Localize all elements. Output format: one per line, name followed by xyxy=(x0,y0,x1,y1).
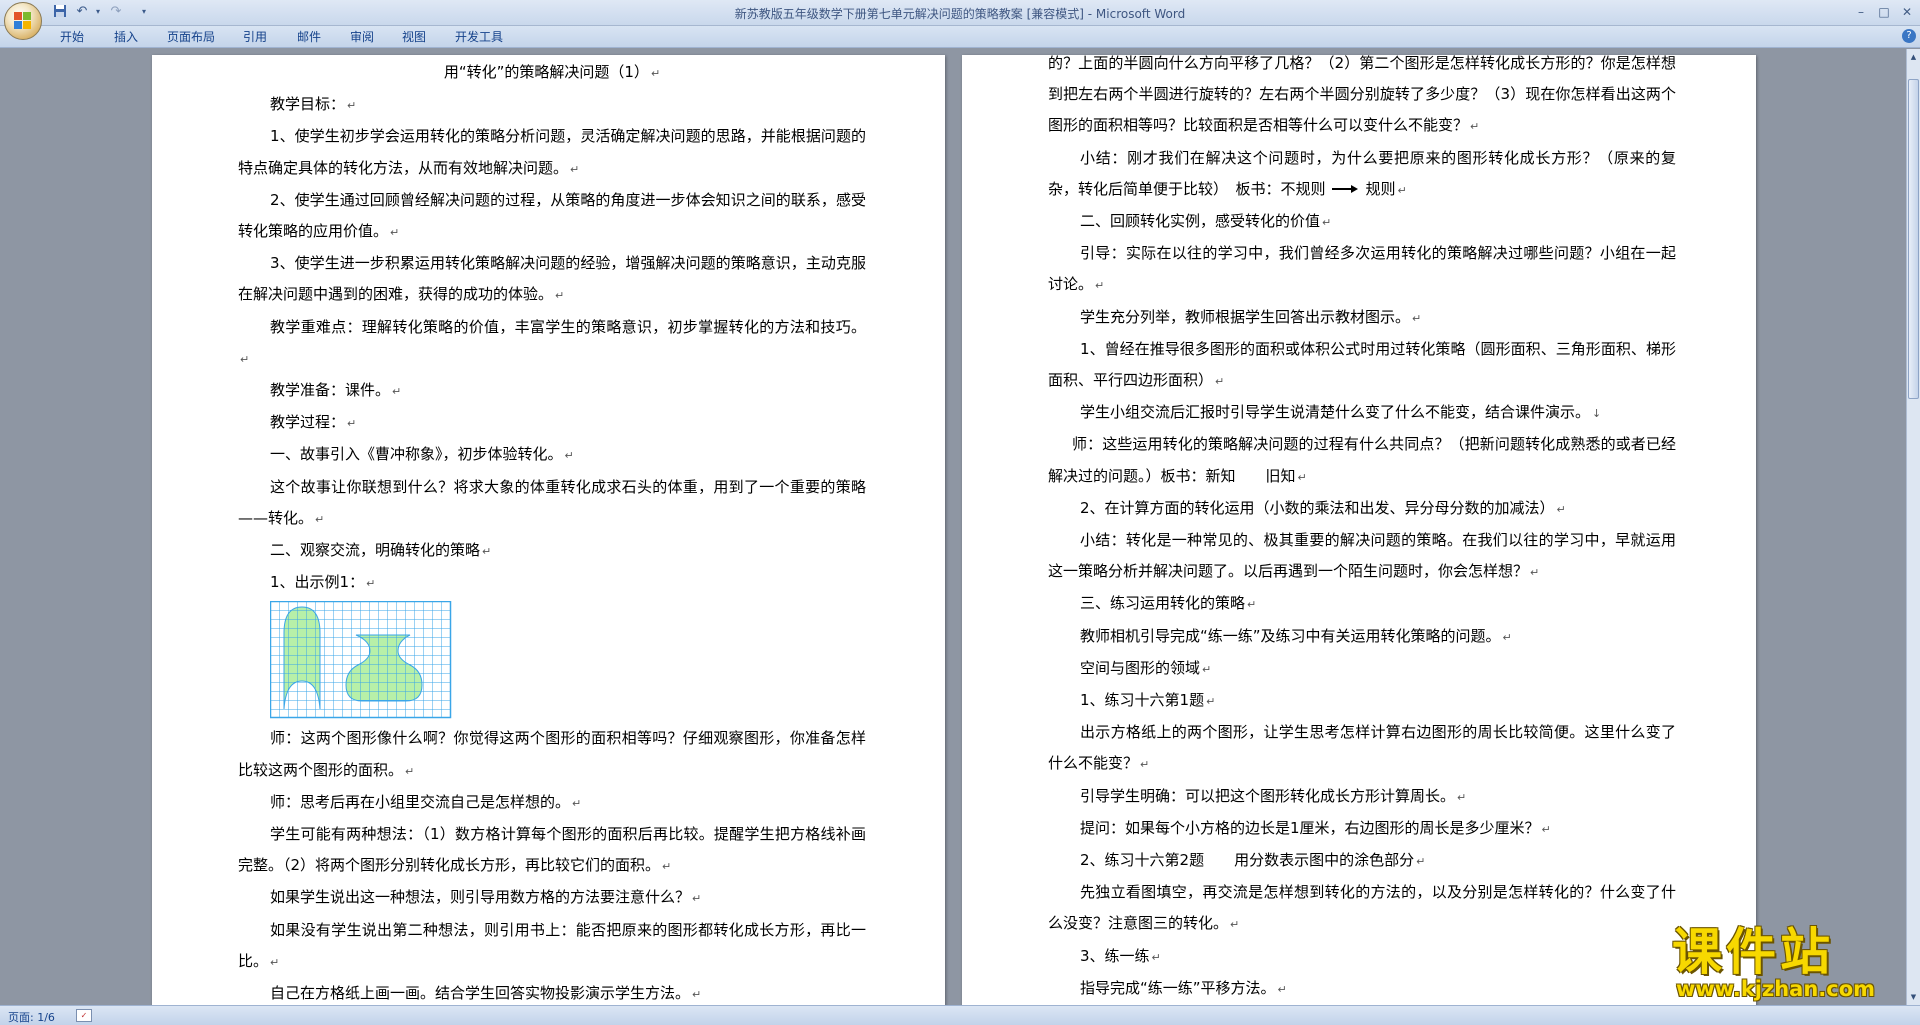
tab-view[interactable]: 视图 xyxy=(402,29,426,45)
tab-page-layout[interactable]: 页面布局 xyxy=(167,29,215,45)
paragraph[interactable]: 二、回顾转化实例，感受转化的价值 ↵ xyxy=(1048,206,1676,238)
tab-home[interactable]: 开始 xyxy=(60,29,84,45)
proofing-icon[interactable]: ✓ xyxy=(76,1009,92,1022)
tab-mailings[interactable]: 邮件 xyxy=(297,29,321,45)
paragraph[interactable]: 引导学生明确：可以把这个图形转化成长方形计算周长。 ↵ xyxy=(1048,781,1676,813)
paragraph[interactable]: 自己在方格纸上画一画。结合学生回答实物投影演示学生方法。 ↵ xyxy=(238,978,866,1005)
paragraph[interactable]: 小结：转化是一种常见的、极其重要的解决问题的策略。在我们以往的学习中，早就运用这… xyxy=(1048,525,1676,588)
watermark-logo: 课件站 xyxy=(1672,922,1834,981)
page-body: 用“转化”的策略解决问题（1） ↵ 教学目标： ↵ 1、使学生初步学会运用转化的策略… xyxy=(238,57,866,1005)
paragraph[interactable]: 三、练习运用转化的策略 ↵ xyxy=(1048,588,1676,620)
tab-review[interactable]: 审阅 xyxy=(350,29,374,45)
paragraph[interactable]: 1、使学生初步学会运用转化的策略分析问题，灵活确定解决问题的思路，并能根据问题的… xyxy=(238,121,866,184)
window-title: 新苏教版五年级数学下册第七单元解决问题的策略教案 [兼容模式] - Micros… xyxy=(734,7,1186,21)
document-title[interactable]: 用“转化”的策略解决问题（1） ↵ xyxy=(238,57,866,89)
paragraph[interactable]: 提问：如果每个小方格的边长是1厘米，右边图形的周长是多少厘米？ ↵ xyxy=(1048,813,1676,845)
vertical-scrollbar[interactable]: ▲ ▼ xyxy=(1906,49,1920,1005)
paragraph[interactable]: 指导完成“练一练”平移方法。 ↵ xyxy=(1048,973,1676,1005)
office-logo-icon xyxy=(14,12,32,30)
scroll-up-icon[interactable]: ▲ xyxy=(1908,51,1919,63)
paragraph[interactable]: 这个故事让你联想到什么？将求大象的体重转化成求石头的体重，用到了一个重要的策略—… xyxy=(238,472,866,535)
paragraph[interactable]: 1、曾经在推导很多图形的面积或体积公式时用过转化策略（圆形面积、三角形面积、梯形… xyxy=(1048,334,1676,397)
paragraph[interactable]: 2、使学生通过回顾曾经解决问题的过程，从策略的角度进一步体会知识之间的联系，感受… xyxy=(238,185,866,248)
paragraph[interactable]: 学生充分列举，教师根据学生回答出示教材图示。 ↵ xyxy=(1048,302,1676,334)
paragraph[interactable]: 学生小组交流后汇报时引导学生说清楚什么变了什么不能变，结合课件演示。 ↓ xyxy=(1048,397,1676,429)
scroll-down-icon[interactable]: ▼ xyxy=(1908,991,1919,1003)
title-bar: ↶ ▾ ↷ ▾ 新苏教版五年级数学下册第七单元解决问题的策略教案 [兼容模式] … xyxy=(0,0,1920,40)
watermark-url: www.kjzhan.com xyxy=(1676,977,1876,1001)
paragraph[interactable]: 的？上面的半圆向什么方向平移了几格？（2）第二个图形是怎样转化成长方形的？你是怎… xyxy=(1048,49,1676,143)
paragraph[interactable]: 教学过程： ↵ xyxy=(238,407,866,439)
tab-insert[interactable]: 插入 xyxy=(114,29,138,45)
paragraph[interactable]: 师：这些运用转化的策略解决问题的过程有什么共同点？（把新问题转化成熟悉的或者已经… xyxy=(1048,429,1676,492)
paragraph[interactable]: 3、练一练 ↵ xyxy=(1048,941,1676,973)
paragraph[interactable]: 空间与图形的领域 ↵ xyxy=(1048,653,1676,685)
paragraph[interactable]: 先独立看图填空，再交流是怎样想到转化的方法的，以及分别是怎样转化的？什么变了什么… xyxy=(1048,877,1676,940)
ribbon-tab-bar: 开始 插入 页面布局 引用 邮件 审阅 视图 开发工具 ? xyxy=(0,26,1920,48)
paragraph[interactable]: 2、在计算方面的转化运用（小数的乘法和出发、异分母分数的加减法） ↵ xyxy=(1048,493,1676,525)
paragraph[interactable]: 师：思考后再在小组里交流自己是怎样想的。 ↵ xyxy=(238,787,866,819)
paragraph[interactable]: 出示方格纸上的两个图形，让学生思考怎样计算右边图形的周长比较简便。这里什么变了什… xyxy=(1048,717,1676,780)
scroll-thumb[interactable] xyxy=(1908,79,1919,399)
paragraph[interactable]: 师：这两个图形像什么啊？你觉得这两个图形的面积相等吗？仔细观察图形，你准备怎样比… xyxy=(238,723,866,786)
office-button[interactable] xyxy=(4,2,42,40)
paragraph[interactable]: 如果没有学生说出第二种想法，则引用书上：能否把原来的图形都转化成长方形，再比一比… xyxy=(238,915,866,978)
tab-developer[interactable]: 开发工具 xyxy=(455,29,503,45)
paragraph[interactable]: 教学目标： ↵ xyxy=(238,89,866,121)
paragraph[interactable]: 教师相机引导完成“练一练”及练习中有关运用转化策略的问题。 ↵ xyxy=(1048,621,1676,653)
paragraph[interactable]: 1、练习十六第1题 ↵ xyxy=(1048,685,1676,717)
help-icon[interactable]: ? xyxy=(1902,29,1916,43)
paragraph[interactable]: 学生可能有两种想法：（1）数方格计算每个图形的面积后再比较。提醒学生把方格线补画… xyxy=(238,819,866,882)
status-bar: 页面: 1/6 ✓ xyxy=(0,1005,1920,1025)
maximize-button[interactable]: □ xyxy=(1873,3,1895,21)
arrow-icon xyxy=(1331,184,1360,194)
document-page-left: 用“转化”的策略解决问题（1） ↵ 教学目标： ↵ 1、使学生初步学会运用转化的策略… xyxy=(152,55,945,1005)
paragraph[interactable]: 小结：刚才我们在解决这个问题时，为什么要把原来的图形转化成长方形？（原来的复杂，… xyxy=(1048,143,1676,206)
paragraph[interactable]: 教学重难点：理解转化策略的价值，丰富学生的策略意识，初步掌握转化的方法和技巧。↵ xyxy=(238,312,866,375)
paragraph[interactable]: 二、观察交流，明确转化的策略 ↵ xyxy=(238,535,866,567)
example-grid-figure[interactable] xyxy=(270,601,452,719)
paragraph[interactable]: 1、出示例1： ↵ xyxy=(238,567,866,599)
document-page-right: 的？上面的半圆向什么方向平移了几格？（2）第二个图形是怎样转化成长方形的？你是怎… xyxy=(962,54,1756,1005)
site-watermark: 课件站 www.kjzhan.com xyxy=(1666,925,1906,1005)
page-count[interactable]: 页面: 1/6 xyxy=(8,1009,55,1025)
paragraph[interactable]: 3、使学生进一步积累运用转化策略解决问题的经验，增强解决问题的策略意识，主动克服… xyxy=(238,248,866,311)
page-body: 的？上面的半圆向什么方向平移了几格？（2）第二个图形是怎样转化成长方形的？你是怎… xyxy=(1048,49,1676,1005)
paragraph[interactable]: 引导：实际在以往的学习中，我们曾经多次运用转化的策略解决过哪些问题？小组在一起讨… xyxy=(1048,238,1676,301)
paragraph[interactable]: 一、故事引入《曹冲称象》，初步体验转化。 ↵ xyxy=(238,439,866,471)
document-area: 用“转化”的策略解决问题（1） ↵ 教学目标： ↵ 1、使学生初步学会运用转化的策略… xyxy=(0,49,1906,1005)
minimize-button[interactable]: – xyxy=(1850,3,1872,21)
tab-references[interactable]: 引用 xyxy=(243,29,267,45)
paragraph[interactable]: 教学准备：课件。 ↵ xyxy=(238,375,866,407)
paragraph[interactable]: 如果学生说出这一种想法，则引导用数方格的方法要注意什么？ ↵ xyxy=(238,882,866,914)
paragraph[interactable]: 2、练习十六第2题 用分数表示图中的涂色部分 ↵ xyxy=(1048,845,1676,877)
close-button[interactable]: ✕ xyxy=(1896,3,1918,21)
